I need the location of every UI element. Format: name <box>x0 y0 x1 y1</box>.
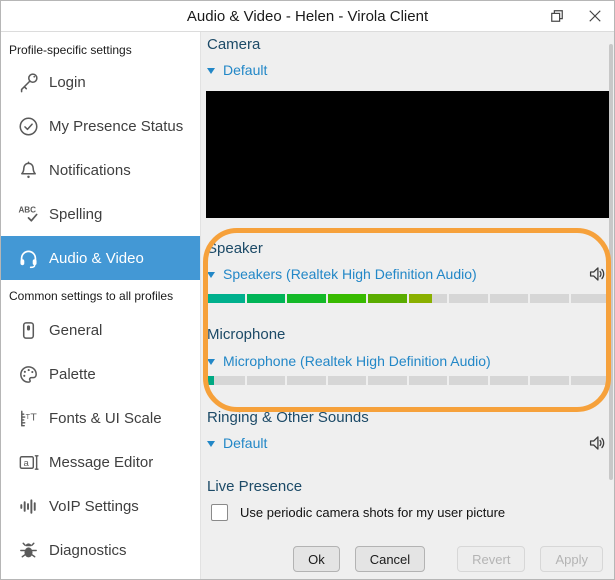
dialog-button-row: Ok Cancel Revert Apply <box>201 546 603 572</box>
svg-text:ABC: ABC <box>18 205 36 214</box>
meter-segment <box>449 376 488 385</box>
sidebar-item-diagnostics[interactable]: Diagnostics <box>1 528 200 572</box>
ringing-test-sound-icon[interactable] <box>586 432 608 454</box>
sidebar-item-my-presence-status[interactable]: My Presence Status <box>1 104 200 148</box>
svg-text:a: a <box>23 457 29 468</box>
sidebar-item-label: Diagnostics <box>49 541 127 559</box>
meter-segment <box>489 294 528 303</box>
sidebar-item-label: My Presence Status <box>49 117 184 135</box>
sidebar-item-general[interactable]: General <box>1 308 200 352</box>
meter-segment <box>570 376 609 385</box>
titlebar: Audio & Video - Helen - Virola Client <box>1 1 614 32</box>
meter-segment <box>287 376 326 385</box>
message-editor-icon: a <box>16 450 40 474</box>
sidebar-item-notifications[interactable]: Notifications <box>1 148 200 192</box>
sidebar-item-label: Message Editor <box>49 453 154 471</box>
ok-button[interactable]: Ok <box>293 546 340 572</box>
live-presence-heading: Live Presence <box>207 478 303 495</box>
sidebar-group-label: Profile-specific settings <box>9 43 132 57</box>
microphone-device-value: Microphone (Realtek High Definition Audi… <box>223 353 491 369</box>
dropdown-arrow-icon <box>207 440 215 447</box>
fonts-scale-icon: T T <box>16 406 40 430</box>
scrollbar-thumb[interactable] <box>609 44 613 480</box>
revert-button[interactable]: Revert <box>457 546 526 572</box>
meter-segment <box>530 294 569 303</box>
ringing-heading: Ringing & Other Sounds <box>207 409 369 426</box>
close-icon[interactable] <box>584 5 606 27</box>
dropdown-arrow-icon <box>207 358 215 365</box>
restore-window-icon[interactable] <box>546 5 568 27</box>
sidebar-item-label: VoIP Settings <box>49 497 139 515</box>
presence-status-icon <box>16 114 40 138</box>
general-icon <box>16 318 40 342</box>
camera-device-dropdown[interactable]: Default <box>207 62 267 78</box>
speaker-device-dropdown[interactable]: Speakers (Realtek High Definition Audio) <box>207 266 477 282</box>
camera-preview <box>206 91 609 218</box>
sidebar-item-login[interactable]: Login <box>1 60 200 104</box>
palette-icon <box>16 362 40 386</box>
use-camera-shots-label: Use periodic camera shots for my user pi… <box>240 505 506 520</box>
sidebar-item-label: Palette <box>49 365 96 383</box>
cancel-button[interactable]: Cancel <box>354 546 426 572</box>
meter-segment <box>449 294 488 303</box>
spelling-icon: ABC <box>16 202 40 226</box>
headset-icon <box>16 246 40 270</box>
meter-segment <box>408 376 447 385</box>
sidebar-item-label: Login <box>49 73 86 91</box>
sidebar-item-label: Audio & Video <box>49 249 144 267</box>
meter-segment <box>327 376 366 385</box>
meter-segment <box>368 376 407 385</box>
microphone-level-meter <box>206 376 609 385</box>
meter-segment <box>489 376 528 385</box>
bell-icon <box>16 158 40 182</box>
use-camera-shots-checkbox[interactable] <box>211 504 228 521</box>
meter-segment <box>287 294 326 303</box>
meter-segment <box>246 376 285 385</box>
apply-button[interactable]: Apply <box>540 546 603 572</box>
sidebar-item-voip-settings[interactable]: VoIP Settings <box>1 484 200 528</box>
speaker-device-value: Speakers (Realtek High Definition Audio) <box>223 266 477 282</box>
speaker-level-meter <box>206 294 609 303</box>
sidebar-item-audio-video[interactable]: Audio & Video <box>1 236 200 280</box>
sidebar-group-label: Common settings to all profiles <box>9 289 174 303</box>
meter-segment <box>530 376 569 385</box>
speaker-heading: Speaker <box>207 240 263 257</box>
sidebar: Profile-specific settings Login My Prese… <box>1 32 201 579</box>
sidebar-item-label: Spelling <box>49 205 103 223</box>
microphone-device-dropdown[interactable]: Microphone (Realtek High Definition Audi… <box>207 353 491 369</box>
sidebar-item-palette[interactable]: Palette <box>1 352 200 396</box>
dropdown-arrow-icon <box>207 271 215 278</box>
settings-window: Audio & Video - Helen - Virola Client Pr… <box>0 0 615 580</box>
camera-device-value: Default <box>223 62 268 78</box>
meter-segment <box>327 294 366 303</box>
dropdown-arrow-icon <box>207 67 215 74</box>
meter-segment <box>246 294 285 303</box>
sidebar-item-label: General <box>49 321 103 339</box>
voip-icon <box>16 494 40 518</box>
ringing-device-value: Default <box>223 435 268 451</box>
settings-panel: Camera Default Speaker Speakers (Realtek… <box>201 32 614 579</box>
sidebar-item-spelling[interactable]: ABC Spelling <box>1 192 200 236</box>
sidebar-item-message-editor[interactable]: a Message Editor <box>1 440 200 484</box>
meter-segment <box>206 376 245 385</box>
svg-text:T: T <box>30 411 37 423</box>
meter-segment <box>570 294 609 303</box>
window-title: Audio & Video - Helen - Virola Client <box>186 7 429 25</box>
meter-segment <box>408 294 447 303</box>
sidebar-item-label: Fonts & UI Scale <box>49 409 162 427</box>
meter-segment <box>206 294 245 303</box>
speaker-test-sound-icon[interactable] <box>586 263 608 285</box>
sidebar-item-label: Notifications <box>49 161 131 179</box>
sidebar-item-fonts-ui-scale[interactable]: T T Fonts & UI Scale <box>1 396 200 440</box>
meter-segment <box>368 294 407 303</box>
bug-icon <box>16 538 40 562</box>
ringing-device-dropdown[interactable]: Default <box>207 435 267 451</box>
camera-heading: Camera <box>207 36 261 53</box>
key-icon <box>16 70 40 94</box>
microphone-heading: Microphone <box>207 326 286 343</box>
